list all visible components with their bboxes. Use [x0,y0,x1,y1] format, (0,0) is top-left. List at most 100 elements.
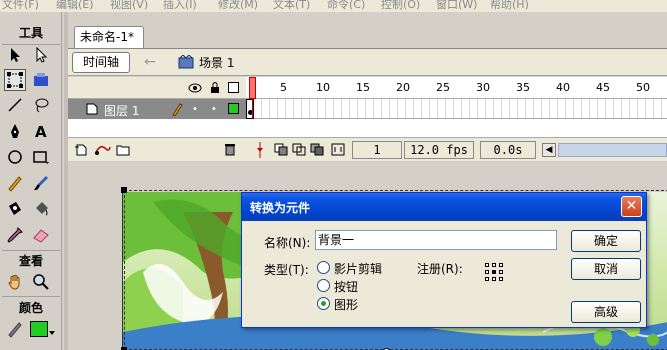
hand-tool-icon[interactable] [4,271,26,293]
fill-color-swatch[interactable] [30,321,48,337]
menu-insert[interactable]: 插入(I) [163,0,197,12]
text-tool-icon[interactable]: A [30,120,52,142]
modify-onion-markers-icon[interactable] [331,143,345,156]
radio-button-label[interactable]: 按钮 [334,278,358,295]
lasso-tool-icon[interactable] [30,94,52,116]
frame-number: 15 [356,81,370,94]
elapsed-time-readout: 0.0s [480,141,536,159]
document-tab-row: 未命名-1* [68,26,667,48]
symbol-name-input[interactable]: 背景一 [315,230,557,250]
timeline-scrollbar[interactable] [558,143,667,157]
document-tab[interactable]: 未命名-1* [74,26,144,48]
frame-number: 45 [596,81,610,94]
onion-skin-icon[interactable] [274,143,288,156]
radio-button[interactable] [317,279,330,292]
registration-grid[interactable] [485,263,505,283]
trash-icon[interactable] [223,142,237,156]
add-motion-guide-icon[interactable] [94,143,112,156]
svg-text:A: A [35,123,47,140]
advanced-button[interactable]: 高级 [571,301,641,323]
frame-number: 50 [636,81,650,94]
free-transform-tool-icon[interactable] [4,69,26,91]
menu-commands[interactable]: 命令(C) [327,0,365,12]
outline-toggle-icon[interactable] [228,82,239,93]
dialog-titlebar[interactable]: 转换为元件 ✕ [242,193,646,221]
eye-icon[interactable] [188,82,202,94]
zoom-tool-icon[interactable] [30,271,52,293]
registration-point[interactable] [485,277,489,281]
registration-point[interactable] [485,270,489,274]
visibility-dot-icon[interactable]: • [192,104,198,115]
brush-tool-icon[interactable] [30,172,52,194]
ink-bottle-tool-icon[interactable] [4,198,26,220]
insert-folder-icon[interactable] [116,143,130,156]
layer-outline-color-icon[interactable] [228,103,239,114]
menu-control[interactable]: 控制(O) [381,0,420,12]
lock-dot-icon[interactable]: • [211,104,217,115]
subselect-tool-icon[interactable] [30,44,52,66]
menu-help[interactable]: 帮助(H) [490,0,529,12]
view-section-title: 查看 [18,254,43,268]
arrow-tool-icon[interactable] [4,44,26,66]
edit-bar: 时间轴 ← 场景 1 [68,48,667,76]
menu-text[interactable]: 文本(T) [273,0,310,12]
registration-point[interactable] [492,270,496,274]
menu-view[interactable]: 视图(V) [110,0,148,12]
frame-rate-readout: 12.0 fps [404,141,474,159]
center-frame-icon[interactable] [256,142,264,158]
registration-point[interactable] [492,277,496,281]
layer-header [68,77,246,99]
paint-bucket-tool-icon[interactable] [30,198,52,220]
registration-point[interactable] [499,263,503,267]
frame-number: 30 [476,81,490,94]
current-frame-readout: 1 [352,141,402,159]
rectangle-tool-icon[interactable] [30,146,52,168]
edit-multiple-frames-icon[interactable] [310,143,324,156]
line-tool-icon[interactable] [4,94,26,116]
eraser-tool-icon[interactable] [30,224,52,246]
scene-label[interactable]: 场景 1 [199,54,234,71]
layer-frames[interactable] [246,99,667,119]
menu-edit[interactable]: 编辑(E) [56,0,94,12]
transform-handle[interactable] [121,187,127,193]
back-arrow-icon[interactable]: ← [144,54,160,70]
onion-skin-outlines-icon[interactable] [292,143,306,156]
frame-number: 35 [516,81,530,94]
chevron-down-icon[interactable] [49,331,55,335]
frame-number: 20 [396,81,410,94]
layer-name[interactable]: 图层 1 [104,102,139,119]
radio-movie-clip-label[interactable]: 影片剪辑 [334,260,382,277]
timeline-panel: 1 5 10 15 20 25 30 35 40 45 50 55 60 65 … [68,77,667,161]
eyedropper-tool-icon[interactable] [4,224,26,246]
fill-transform-tool-icon[interactable] [30,69,52,91]
stroke-color-pencil-icon [4,318,26,340]
lock-icon[interactable] [210,81,220,94]
radio-graphic-label[interactable]: 图形 [334,296,358,313]
menu-file[interactable]: 文件(F) [2,0,39,12]
layer-row[interactable]: 图层 1 • • [68,99,246,119]
timeline-button[interactable]: 时间轴 [72,52,130,73]
registration-label: 注册(R): [417,262,463,276]
close-icon[interactable]: ✕ [621,196,642,217]
registration-point[interactable] [492,263,496,267]
ok-button[interactable]: 确定 [571,230,641,252]
menu-window[interactable]: 窗口(W) [436,0,477,12]
add-layer-icon[interactable] [74,143,88,156]
playhead[interactable] [249,77,256,99]
frame-number: 10 [316,81,330,94]
radio-movie-clip[interactable] [317,261,330,274]
type-label: 类型(T): [264,263,309,277]
pencil-tool-icon[interactable] [4,172,26,194]
registration-point[interactable] [499,277,503,281]
registration-point[interactable] [499,270,503,274]
oval-tool-icon[interactable] [4,146,26,168]
cancel-button[interactable]: 取消 [571,258,641,280]
radio-graphic[interactable] [317,297,330,310]
name-label: 名称(N): [264,236,311,250]
scene-icon [178,54,194,69]
registration-point[interactable] [485,263,489,267]
menu-modify[interactable]: 修改(M) [218,0,258,12]
tools-title: 工具 [18,26,43,40]
pen-tool-icon[interactable] [4,120,26,142]
scroll-left-icon[interactable]: ◀ [542,143,556,157]
